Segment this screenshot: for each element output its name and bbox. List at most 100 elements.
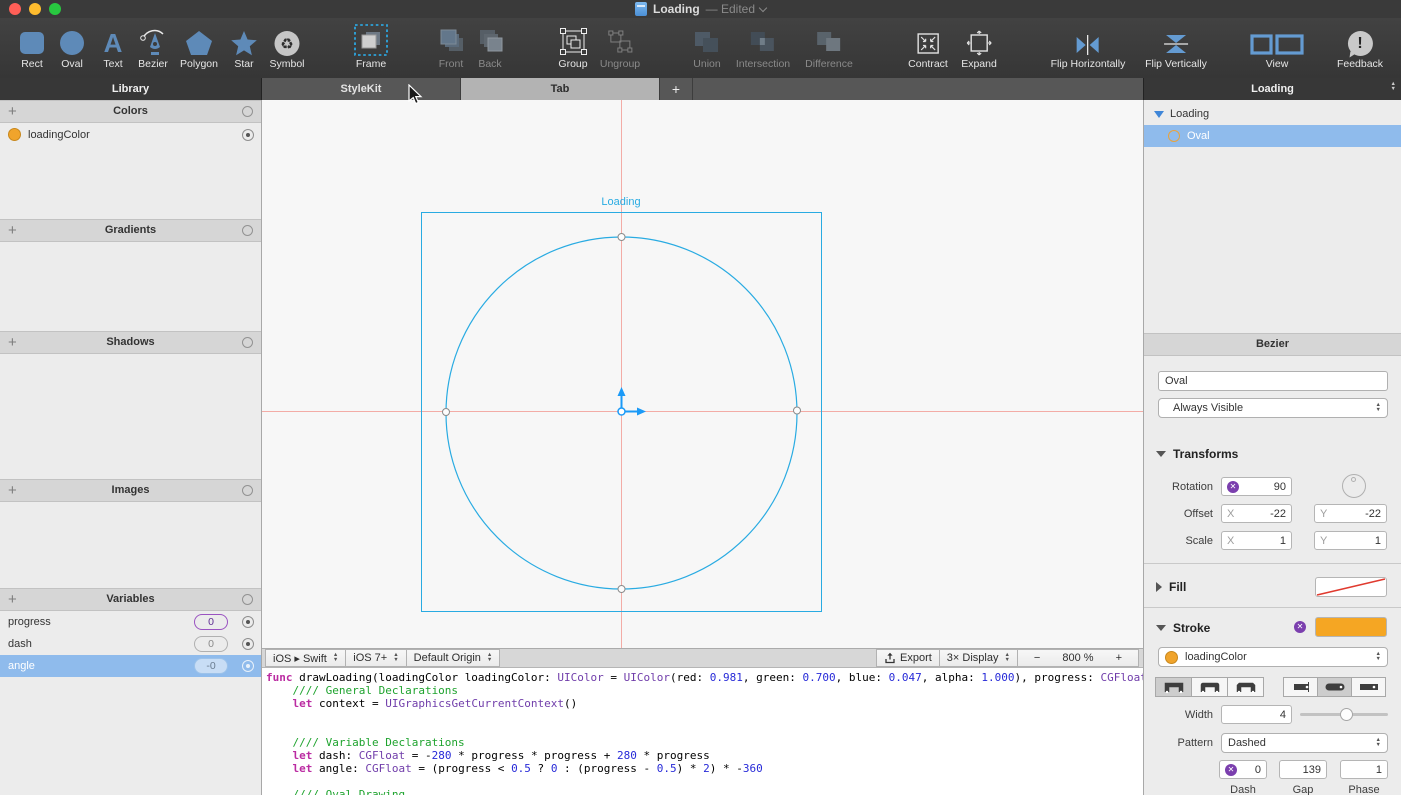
zoom-out-button[interactable]: −	[1025, 652, 1049, 664]
transforms-title: Transforms	[1173, 447, 1238, 461]
code-line: //// Variable Declarations	[266, 736, 1143, 749]
toolbar-label: Flip Horizontally	[1051, 58, 1126, 70]
color-item-loadingColor[interactable]: loadingColor	[0, 123, 261, 146]
tab-stylekit[interactable]: StyleKit	[262, 78, 461, 100]
layer-row-oval[interactable]: Oval	[1144, 125, 1401, 147]
toolbar-flip-vertically-button[interactable]: Flip Vertically	[1145, 22, 1207, 70]
code-line	[266, 723, 1143, 736]
expression-badge-icon: ✕	[1227, 481, 1239, 493]
zoom-in-button[interactable]: +	[1107, 652, 1131, 664]
variable-row-angle[interactable]: angle-0	[0, 655, 261, 677]
cap-round-button[interactable]	[1317, 677, 1352, 697]
difference-icon	[805, 22, 853, 56]
toolbar-polygon-button[interactable]: Polygon	[180, 22, 218, 70]
gap-input[interactable]: 139	[1279, 760, 1327, 779]
section-target-icon[interactable]	[242, 225, 253, 236]
canvas[interactable]: Loading	[262, 100, 1143, 648]
rotation-input[interactable]: ✕ 90	[1221, 477, 1292, 496]
bezier-section-title: Bezier	[1256, 338, 1289, 350]
stepper-icon	[1376, 403, 1381, 413]
section-target-icon[interactable]	[242, 594, 253, 605]
toolbar-frame-button[interactable]: Frame	[354, 22, 388, 70]
origin-marker[interactable]	[618, 387, 647, 416]
cap-projecting-button[interactable]	[1351, 677, 1386, 697]
export-button[interactable]: Export	[876, 649, 940, 667]
toolbar-feedback-button[interactable]: !Feedback	[1337, 22, 1383, 70]
stepper-icon	[1376, 652, 1381, 662]
shape-name-input[interactable]: Oval	[1158, 371, 1388, 391]
variable-value-input[interactable]: 0	[194, 636, 228, 652]
toolbar-rect-button[interactable]: Rect	[18, 22, 46, 70]
display-scale-select[interactable]: 3× Display	[939, 649, 1018, 667]
dash-input[interactable]: ✕ 0	[1219, 760, 1267, 779]
visibility-select[interactable]: Always Visible	[1158, 398, 1388, 418]
toolbar-oval-button[interactable]: Oval	[58, 22, 86, 70]
variable-name: dash	[8, 638, 32, 650]
toolbar-symbol-button[interactable]: ♻Symbol	[269, 22, 304, 70]
shape-name-label[interactable]: Loading	[521, 196, 721, 208]
section-title: Shadows	[0, 336, 261, 348]
variable-value-input[interactable]: -0	[194, 658, 228, 674]
variable-row-progress[interactable]: progress 0	[0, 611, 261, 633]
target-icon[interactable]	[242, 660, 254, 672]
triangle-down-icon	[1156, 451, 1166, 457]
join-miter-button[interactable]	[1155, 677, 1192, 697]
scale-x-input[interactable]: X 1	[1221, 531, 1292, 550]
add-tab-button[interactable]: +	[660, 78, 693, 100]
offset-y-input[interactable]: Y -22	[1314, 504, 1387, 523]
fill-color-well[interactable]	[1315, 577, 1387, 597]
visibility-value: Always Visible	[1173, 402, 1243, 414]
edited-menu[interactable]: — Edited	[706, 2, 766, 16]
disclosure-triangle-icon[interactable]	[1154, 111, 1164, 118]
code-view[interactable]: func drawLoading(loadingColor loadingCol…	[262, 668, 1143, 795]
toolbar-union-button: Union	[692, 22, 722, 70]
language-select[interactable]: iOS ▸ Swift	[265, 649, 346, 667]
stroke-pattern-select[interactable]: Dashed	[1221, 733, 1388, 753]
toolbar-label: Union	[692, 58, 722, 70]
variable-value-input[interactable]: 0	[194, 614, 228, 630]
offset-x-input[interactable]: X -22	[1221, 504, 1292, 523]
canvas-drawing	[262, 100, 1143, 648]
toolbar-star-button[interactable]: Star	[230, 22, 258, 70]
variable-name: progress	[8, 616, 51, 628]
platform-select[interactable]: iOS 7+	[345, 649, 406, 667]
layer-row-loading[interactable]: Loading	[1144, 103, 1401, 125]
scale-y-input[interactable]: Y 1	[1314, 531, 1387, 550]
target-icon[interactable]	[242, 638, 254, 650]
origin-label: Default Origin	[414, 652, 481, 664]
join-bevel-button[interactable]	[1227, 677, 1264, 697]
paintcode-window: Loading — Edited Rect Oval AText Bezier Poly…	[0, 0, 1401, 795]
target-icon[interactable]	[242, 129, 254, 141]
section-target-icon[interactable]	[242, 485, 253, 496]
section-target-icon[interactable]	[242, 337, 253, 348]
stroke-color-select[interactable]: loadingColor	[1158, 647, 1388, 667]
cap-butt-button[interactable]	[1283, 677, 1318, 697]
toolbar-bezier-button[interactable]: Bezier	[138, 22, 168, 70]
stroke-section-toggle[interactable]: Stroke	[1156, 621, 1210, 635]
offset-label: Offset	[1144, 508, 1213, 520]
toolbar-flip-horizontally-button[interactable]: Flip Horizontally	[1051, 22, 1126, 70]
stroke-width-input[interactable]: 4	[1221, 705, 1292, 724]
slider-knob[interactable]	[1340, 708, 1353, 721]
phase-input[interactable]: 1	[1340, 760, 1388, 779]
toolbar-view-button[interactable]: View	[1250, 22, 1304, 70]
transforms-section-toggle[interactable]: Transforms	[1156, 447, 1238, 461]
toolbar-group-button[interactable]: Group	[558, 22, 588, 70]
toolbar-contract-button[interactable]: Contract	[908, 22, 948, 70]
toolbar-text-button[interactable]: AText	[103, 22, 122, 70]
section-target-icon[interactable]	[242, 106, 253, 117]
zoom-control[interactable]: − 800 % +	[1017, 649, 1139, 667]
variable-row-dash[interactable]: dash 0	[0, 633, 261, 655]
stroke-color-well[interactable]	[1315, 617, 1387, 637]
butt-cap-icon	[1289, 681, 1313, 693]
origin-select[interactable]: Default Origin	[406, 649, 501, 667]
toolbar-intersection-button: Intersection	[736, 22, 790, 70]
join-round-button[interactable]	[1191, 677, 1228, 697]
rotation-label: Rotation	[1144, 481, 1213, 493]
edited-label: — Edited	[706, 2, 755, 16]
tab-tab[interactable]: Tab	[461, 78, 660, 100]
sort-stepper-icon[interactable]	[1391, 82, 1396, 92]
target-icon[interactable]	[242, 616, 254, 628]
fill-section-toggle[interactable]: Fill	[1156, 580, 1186, 594]
toolbar-expand-button[interactable]: Expand	[961, 22, 997, 70]
